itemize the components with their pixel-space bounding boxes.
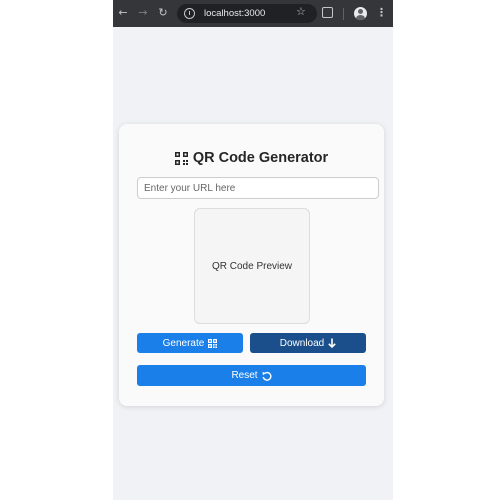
- url-input[interactable]: [137, 177, 379, 199]
- download-button[interactable]: Download: [250, 333, 366, 353]
- qrcode-icon: [174, 151, 188, 165]
- toolbar-divider: [343, 8, 344, 20]
- forward-arrow-icon[interactable]: →: [136, 6, 150, 20]
- generate-button-label: Generate: [162, 337, 205, 349]
- qr-preview-text: QR Code Preview: [211, 260, 293, 272]
- address-bar-url: localhost:3000: [204, 8, 266, 19]
- site-info-icon[interactable]: [184, 8, 195, 19]
- page-title-text: QR Code Generator: [192, 150, 329, 166]
- reset-button-label: Reset: [231, 370, 258, 381]
- qr-generator-card: QR Code Generator QR Code Preview Genera…: [119, 124, 384, 406]
- arrow-down-icon: [328, 338, 337, 348]
- browser-viewport: ← → ↻ localhost:3000 ☆ ⋮ QR Code Generat…: [113, 0, 393, 500]
- qr-preview: QR Code Preview: [194, 208, 310, 324]
- page-title: QR Code Generator: [119, 150, 384, 166]
- extensions-icon[interactable]: [322, 7, 333, 18]
- qrcode-icon: [208, 338, 218, 348]
- browser-toolbar: ← → ↻ localhost:3000 ☆ ⋮: [113, 0, 393, 27]
- reset-button[interactable]: Reset: [137, 365, 366, 386]
- generate-button[interactable]: Generate: [137, 333, 243, 353]
- download-button-label: Download: [279, 337, 325, 349]
- reload-icon[interactable]: ↻: [156, 6, 170, 20]
- profile-avatar[interactable]: [354, 7, 367, 20]
- more-options-icon[interactable]: ⋮: [376, 6, 387, 20]
- back-arrow-icon[interactable]: ←: [116, 6, 130, 20]
- rotate-left-icon: [262, 371, 272, 381]
- bookmark-star-icon[interactable]: ☆: [296, 5, 306, 19]
